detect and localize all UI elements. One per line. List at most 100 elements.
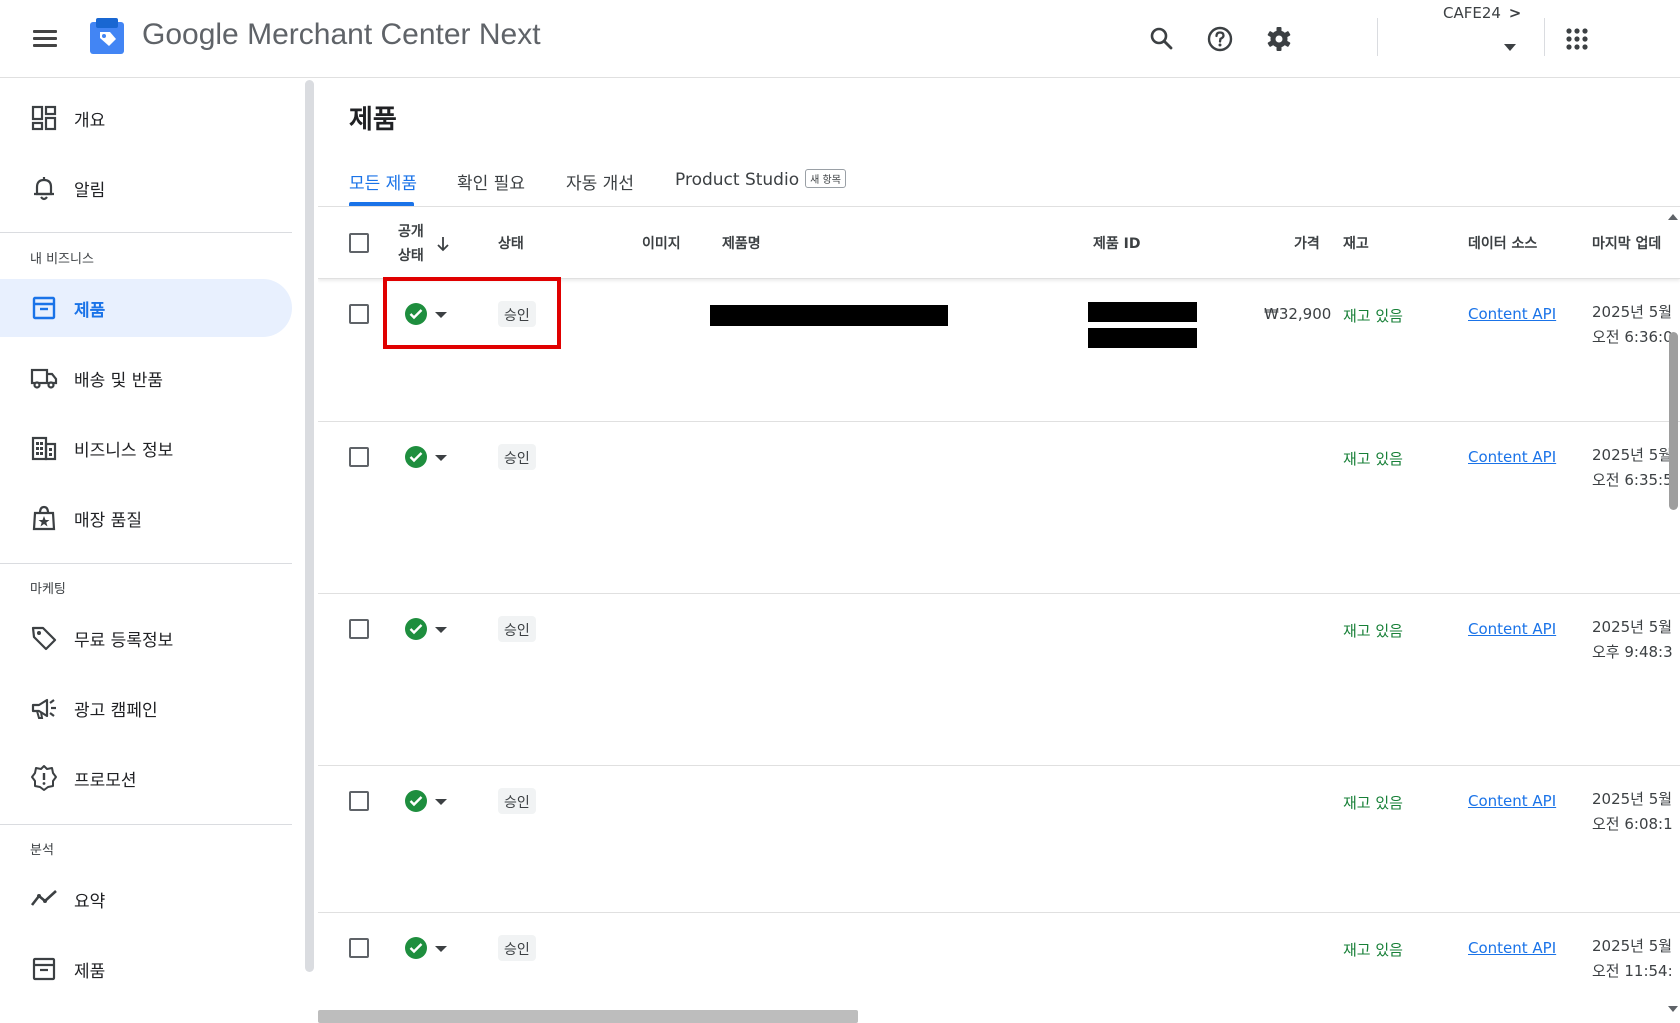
last-update-time: 오전 11:54: xyxy=(1592,962,1673,980)
sort-arrow-down-icon[interactable] xyxy=(436,235,450,253)
visibility-dropdown-caret[interactable] xyxy=(435,455,447,461)
sidebar-item-business-info[interactable]: 비즈니스 정보 xyxy=(0,419,292,477)
column-header-data-source: 데이터 소스 xyxy=(1468,236,1538,252)
redacted-product-id xyxy=(1088,328,1197,348)
tag-icon xyxy=(31,626,57,651)
row-checkbox[interactable] xyxy=(349,619,369,639)
table-row[interactable]: 승인 재고 있음 Content API 2025년 5월 오전 6:35:5 xyxy=(318,423,1680,594)
last-update: 2025년 5월 오후 9:48:3 xyxy=(1592,615,1673,665)
visibility-dropdown-caret[interactable] xyxy=(435,312,447,318)
sidebar-item-label: 제품 xyxy=(74,301,106,321)
row-checkbox[interactable] xyxy=(349,304,369,324)
visibility-dropdown-caret[interactable] xyxy=(435,627,447,633)
sidebar-item-label: 비즈니스 정보 xyxy=(74,441,174,461)
sidebar-item-summary[interactable]: 요약 xyxy=(0,870,292,928)
row-checkbox[interactable] xyxy=(349,938,369,958)
bell-icon xyxy=(34,177,54,201)
tab-auto-improvements[interactable]: 자동 개선 xyxy=(566,169,634,194)
sidebar-item-label: 개요 xyxy=(74,111,106,131)
tab-all-products[interactable]: 모든 제품 xyxy=(349,169,417,194)
scroll-up-arrow-icon[interactable] xyxy=(1668,214,1678,220)
sidebar-item-store-quality[interactable]: 매장 품질 xyxy=(0,489,292,547)
data-source-link[interactable]: Content API xyxy=(1468,448,1556,466)
sidebar-item-free-listings[interactable]: 무료 등록정보 xyxy=(0,609,292,667)
sidebar-section-title: 내 비즈니스 xyxy=(30,252,94,267)
apps-icon[interactable] xyxy=(1558,20,1596,58)
help-icon[interactable] xyxy=(1201,20,1239,58)
table-row[interactable]: 승인 재고 있음 Content API 2025년 5월 오후 9:48:3 xyxy=(318,595,1680,766)
redacted-product-name xyxy=(710,305,948,326)
account-switcher[interactable]: CAFE24 > xyxy=(1443,4,1521,22)
promotion-icon xyxy=(31,765,57,791)
sidebar-item-products[interactable]: 제품 xyxy=(0,279,292,337)
data-source-link[interactable]: Content API xyxy=(1468,792,1556,810)
sidebar-divider xyxy=(0,563,292,564)
data-source-link[interactable]: Content API xyxy=(1468,305,1556,323)
last-update: 2025년 5월 오전 6:35:5 xyxy=(1592,443,1673,493)
stock-status: 재고 있음 xyxy=(1343,941,1403,959)
main-content: 제품 모든 제품 확인 필요 자동 개선 Product Studio 새 항목 … xyxy=(318,79,1680,1023)
check-circle-icon xyxy=(405,790,427,812)
new-badge: 새 항목 xyxy=(805,169,846,188)
column-header-visibility[interactable]: 공개 상태 xyxy=(398,220,424,268)
chevron-down-icon[interactable] xyxy=(1500,40,1520,54)
last-update-date: 2025년 5월 xyxy=(1592,303,1673,321)
tab-product-studio[interactable]: Product Studio 새 항목 xyxy=(675,169,846,190)
last-update-time: 오전 6:36:0 xyxy=(1592,328,1673,346)
sidebar-item-shipping-returns[interactable]: 배송 및 반품 xyxy=(0,349,292,407)
stock-status: 재고 있음 xyxy=(1343,622,1403,640)
sidebar-item-label: 매장 품질 xyxy=(74,511,142,531)
visibility-dropdown-caret[interactable] xyxy=(435,799,447,805)
sidebar-section-title: 분석 xyxy=(30,843,54,858)
search-icon[interactable] xyxy=(1143,20,1181,58)
sidebar-item-notifications[interactable]: 알림 xyxy=(0,159,292,217)
settings-icon[interactable] xyxy=(1260,20,1298,58)
column-header-product-name: 제품명 xyxy=(722,236,761,252)
sidebar-item-label: 제품 xyxy=(74,962,106,982)
horizontal-scroll-thumb[interactable] xyxy=(318,1010,858,1023)
column-header-image: 이미지 xyxy=(642,236,681,252)
account-name: CAFE24 xyxy=(1443,4,1501,22)
table-row[interactable]: 승인 ₩32,900 재고 있음 Content API 2025년 5월 오전… xyxy=(318,280,1680,422)
sidebar-item-overview[interactable]: 개요 xyxy=(0,89,292,147)
merchant-center-logo-icon xyxy=(90,18,124,54)
app-title-product: Merchant Center Next xyxy=(247,18,541,51)
select-all-checkbox[interactable] xyxy=(349,233,369,253)
sidebar-divider xyxy=(0,232,292,233)
column-header-stock: 재고 xyxy=(1343,236,1369,252)
sidebar-item-ad-campaigns[interactable]: 광고 캠페인 xyxy=(0,679,292,737)
data-source-link[interactable]: Content API xyxy=(1468,939,1556,957)
row-checkbox[interactable] xyxy=(349,447,369,467)
chevron-right-icon: > xyxy=(1508,4,1522,22)
status-badge: 승인 xyxy=(498,301,536,327)
row-checkbox[interactable] xyxy=(349,791,369,811)
app-title-google: Google xyxy=(142,18,239,51)
store-quality-icon xyxy=(32,505,56,531)
tab-needs-attention[interactable]: 확인 필요 xyxy=(457,169,525,194)
sidebar-item-label: 알림 xyxy=(74,181,106,201)
sidebar-section-title: 마케팅 xyxy=(30,582,66,597)
megaphone-icon xyxy=(31,698,56,719)
table-header: 공개 상태 상태 이미지 제품명 제품 ID 가격 재고 데이터 소스 마지막 … xyxy=(318,207,1680,279)
stock-status: 재고 있음 xyxy=(1343,794,1403,812)
data-source-link[interactable]: Content API xyxy=(1468,620,1556,638)
last-update: 2025년 5월 오전 11:54: xyxy=(1592,934,1673,984)
column-header-status: 상태 xyxy=(498,236,524,252)
scroll-down-arrow-icon[interactable] xyxy=(1668,1006,1678,1012)
dashboard-icon xyxy=(31,105,57,131)
sidebar-item-analytics-products[interactable]: 제품 xyxy=(0,940,292,998)
sidebar-scrollbar[interactable] xyxy=(305,80,314,972)
vertical-scroll-thumb[interactable] xyxy=(1669,332,1678,510)
sidebar-item-promotions[interactable]: 프로모션 xyxy=(0,749,292,807)
sidebar-item-label: 무료 등록정보 xyxy=(74,631,174,651)
trend-icon xyxy=(30,890,57,906)
visibility-dropdown-caret[interactable] xyxy=(435,946,447,952)
status-badge: 승인 xyxy=(498,788,536,814)
menu-icon[interactable] xyxy=(30,26,60,50)
last-update: 2025년 5월 오전 6:08:1 xyxy=(1592,787,1673,837)
table-row[interactable]: 승인 재고 있음 Content API 2025년 5월 오전 11:54: xyxy=(318,914,1680,1023)
check-circle-icon xyxy=(405,303,427,325)
product-box-icon xyxy=(32,957,56,981)
app-title: Google Merchant Center Next xyxy=(142,18,541,52)
table-row[interactable]: 승인 재고 있음 Content API 2025년 5월 오전 6:08:1 xyxy=(318,767,1680,913)
